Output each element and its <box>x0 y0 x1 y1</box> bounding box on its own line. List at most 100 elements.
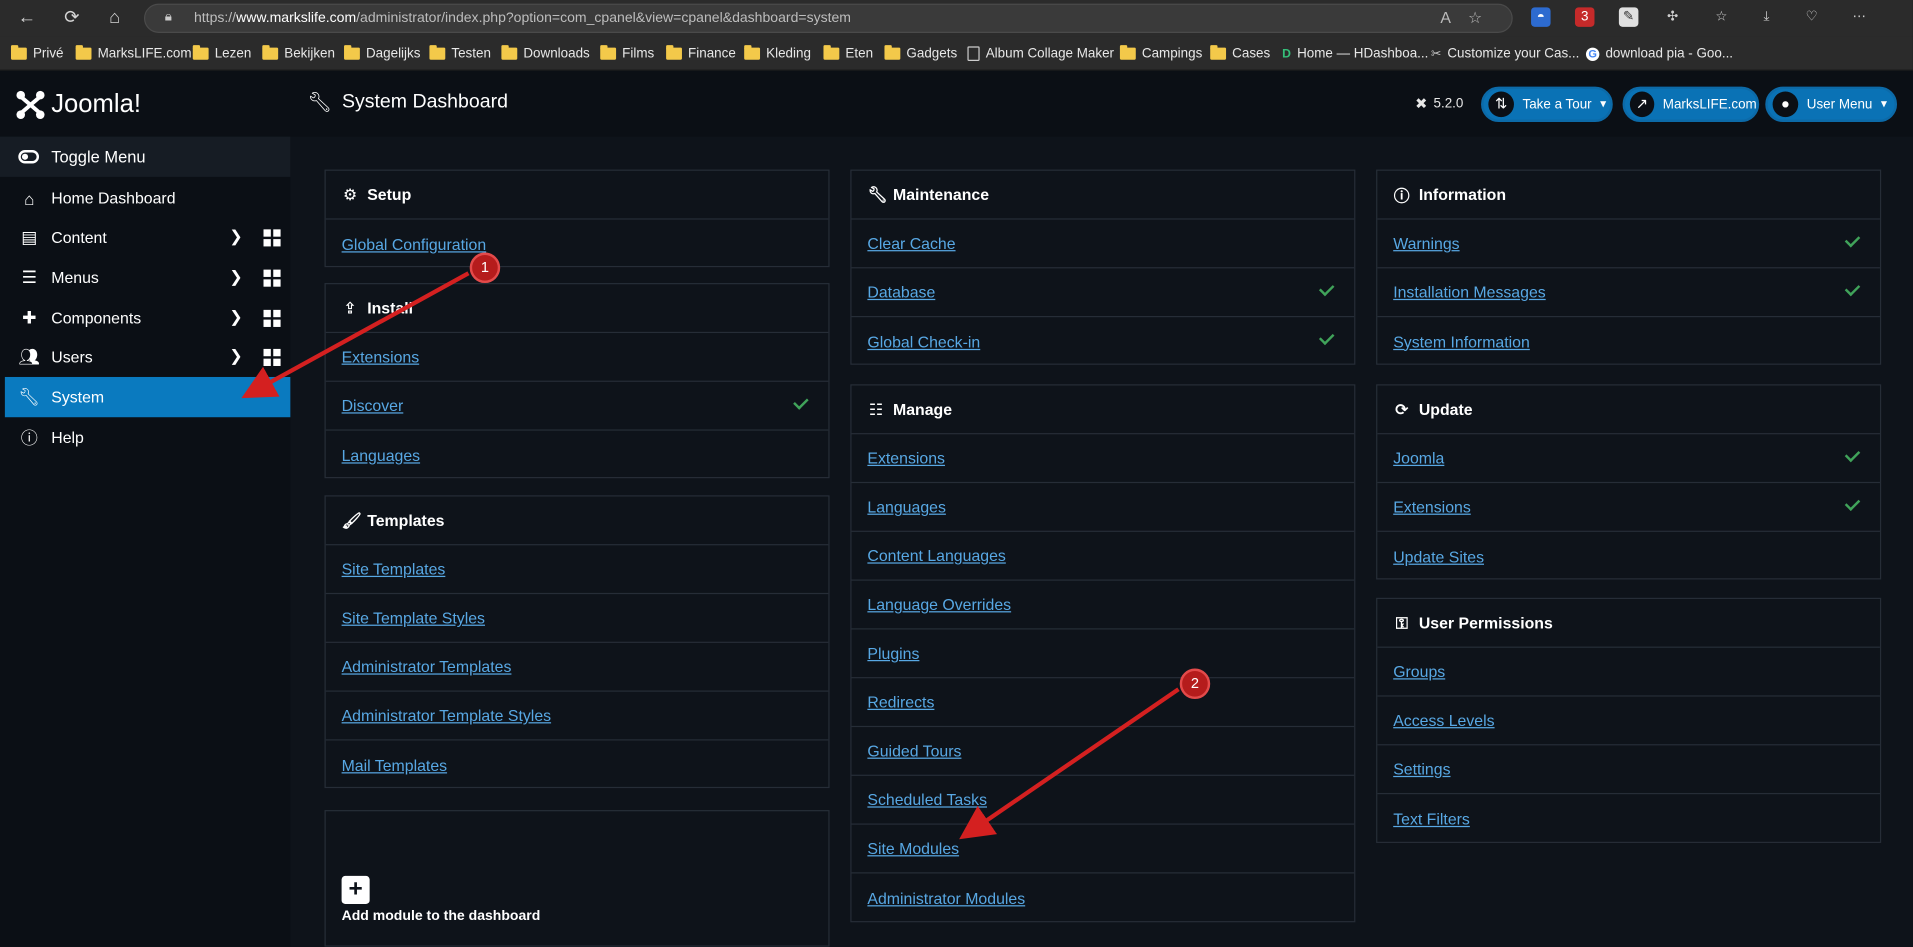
folder-icon <box>75 45 92 60</box>
bookmark-folder[interactable]: Cases <box>1210 44 1270 64</box>
site-templates-link[interactable]: Site Templates <box>342 560 446 578</box>
bookmark-folder[interactable]: Lezen <box>192 44 251 64</box>
language-overrides-link[interactable]: Language Overrides <box>867 595 1011 613</box>
access-levels-link[interactable]: Access Levels <box>1393 711 1494 729</box>
content-languages-link[interactable]: Content Languages <box>867 547 1005 565</box>
site-modules-link[interactable]: Site Modules <box>867 839 959 857</box>
list-item: Site Modules <box>851 825 1355 874</box>
chevron-right-icon[interactable]: ❯ <box>229 267 242 287</box>
chevron-right-icon[interactable]: ❯ <box>229 346 242 366</box>
warnings-link[interactable]: Warnings <box>1393 234 1459 252</box>
update-joomla-link[interactable]: Joomla <box>1393 449 1444 467</box>
bookmark-folder[interactable]: Testen <box>429 44 491 64</box>
bookmark-folder[interactable]: Eten <box>823 44 873 64</box>
bookmark-folder[interactable]: Films <box>600 44 654 64</box>
dashboard-grid-icon[interactable] <box>263 309 281 327</box>
add-module-card[interactable]: + Add module to the dashboard <box>324 810 830 947</box>
list-item: Mail Templates <box>326 741 829 790</box>
bookmark-folder[interactable]: Downloads <box>501 44 590 64</box>
bookmark-folder[interactable]: Finance <box>666 44 736 64</box>
view-site-button[interactable]: ↗ MarksLIFE.com <box>1622 86 1760 122</box>
sidebar-item-components[interactable]: ✚ Components ❯ <box>5 298 290 338</box>
global-configuration-link[interactable]: Global Configuration <box>342 235 487 253</box>
lock-icon: 🔒︎ <box>164 9 172 25</box>
extensions-icon[interactable]: ✣ <box>1663 7 1683 27</box>
administrator-template-styles-link[interactable]: Administrator Template Styles <box>342 706 551 724</box>
home-browser-icon[interactable]: ⌂ <box>102 6 126 30</box>
ghost-extension-icon[interactable]: ◓ <box>1531 7 1551 27</box>
toggle-menu-button[interactable]: Toggle Menu <box>0 136 291 177</box>
dashboard-grid-icon[interactable] <box>263 348 281 366</box>
joomla-logo[interactable]: Joomla! <box>15 88 141 122</box>
manage-languages-link[interactable]: Languages <box>867 498 945 516</box>
sidebar-item-help[interactable]: ⓘ Help <box>5 417 290 457</box>
update-extensions-link[interactable]: Extensions <box>1393 498 1471 516</box>
chevron-right-icon[interactable]: ❯ <box>229 307 242 327</box>
chevron-right-icon[interactable]: ❯ <box>229 227 242 247</box>
update-sites-link[interactable]: Update Sites <box>1393 547 1484 565</box>
installation-messages-link[interactable]: Installation Messages <box>1393 283 1546 301</box>
bookmark-link[interactable]: Album Collage Maker <box>967 44 1114 64</box>
administrator-modules-link[interactable]: Administrator Modules <box>867 889 1025 907</box>
text-filters-link[interactable]: Text Filters <box>1393 809 1470 827</box>
mail-templates-link[interactable]: Mail Templates <box>342 756 447 774</box>
bookmark-link[interactable]: ✂ Customize your Cas... <box>1431 44 1579 64</box>
bookmark-folder[interactable]: Dagelijks <box>344 44 420 64</box>
list-item: Database <box>851 268 1355 318</box>
bookmark-folder[interactable]: Gadgets <box>884 44 957 64</box>
add-module-label[interactable]: Add module to the dashboard <box>342 909 541 924</box>
back-icon[interactable]: ← <box>15 6 39 30</box>
site-template-styles-link[interactable]: Site Template Styles <box>342 609 485 627</box>
discover-link[interactable]: Discover <box>342 396 404 414</box>
install-extensions-link[interactable]: Extensions <box>342 348 420 366</box>
scheduled-tasks-link[interactable]: Scheduled Tasks <box>867 791 987 809</box>
bookmark-folder[interactable]: Privé <box>10 44 64 64</box>
favorites-icon[interactable]: ☆ <box>1712 7 1732 27</box>
bookmark-link[interactable]: D Home — HDashboa... <box>1282 44 1428 64</box>
user-menu-button[interactable]: ● User Menu ▾ <box>1765 86 1898 122</box>
groups-link[interactable]: Groups <box>1393 662 1445 680</box>
sidebar-item-system[interactable]: 🔧︎ System <box>4 376 291 418</box>
folder-icon <box>344 45 360 60</box>
bookmark-folder[interactable]: Kleding <box>744 44 811 64</box>
plugins-link[interactable]: Plugins <box>867 644 919 662</box>
settings-link[interactable]: Settings <box>1393 760 1450 778</box>
administrator-templates-link[interactable]: Administrator Templates <box>342 658 512 676</box>
version-info: ✖ 5.2.0 <box>1415 95 1464 113</box>
signpost-icon: ⇅ <box>1488 91 1514 118</box>
downloads-icon[interactable]: ⤓ <box>1757 7 1777 27</box>
folder-icon <box>884 45 901 60</box>
dashboard-grid-icon[interactable] <box>263 269 281 287</box>
guided-tours-link[interactable]: Guided Tours <box>867 742 961 760</box>
wrench-icon: 🔧︎ <box>867 184 888 204</box>
refresh-icon[interactable]: ⟳ <box>60 6 84 30</box>
heart-icon[interactable]: ♡ <box>1802 7 1822 27</box>
plus-icon[interactable]: + <box>341 875 370 904</box>
address-bar[interactable]: 🔒︎ https://www.markslife.com/administrat… <box>143 3 1513 33</box>
bookmark-folder[interactable]: MarksLIFE.com <box>75 44 192 64</box>
take-tour-button[interactable]: ⇅ Take a Tour ▾ <box>1481 86 1613 122</box>
database-link[interactable]: Database <box>867 283 935 301</box>
sidebar-item-home-dashboard[interactable]: ⌂ Home Dashboard <box>5 178 290 218</box>
global-checkin-link[interactable]: Global Check-in <box>867 332 980 350</box>
extension-badge-icon[interactable]: 3 <box>1574 7 1595 27</box>
read-aloud-icon[interactable]: A☆ <box>1440 9 1499 29</box>
sidebar-item-menus[interactable]: ☰ Menus ❯ <box>5 257 290 297</box>
edit-extension-icon[interactable]: ✎ <box>1618 7 1639 27</box>
dashboard-grid-icon[interactable] <box>263 229 281 247</box>
bookmark-folder[interactable]: Bekijken <box>262 44 335 64</box>
redirects-link[interactable]: Redirects <box>867 693 934 711</box>
puzzle-icon: ✚ <box>22 307 37 327</box>
more-icon[interactable]: ⋯ <box>1849 7 1869 27</box>
manage-extensions-link[interactable]: Extensions <box>867 449 945 467</box>
google-icon: G <box>1585 46 1600 61</box>
folder-icon <box>429 45 446 60</box>
list-item: Clear Cache <box>851 220 1355 269</box>
bookmark-folder[interactable]: Campings <box>1119 44 1202 64</box>
install-languages-link[interactable]: Languages <box>342 446 420 464</box>
bookmark-link[interactable]: Gdownload pia - Goo... <box>1585 44 1733 64</box>
sidebar-item-content[interactable]: ▤ Content ❯ <box>5 217 290 257</box>
sidebar-item-users[interactable]: 👥︎ Users ❯ <box>5 337 290 377</box>
system-information-link[interactable]: System Information <box>1393 332 1530 350</box>
clear-cache-link[interactable]: Clear Cache <box>867 234 955 252</box>
